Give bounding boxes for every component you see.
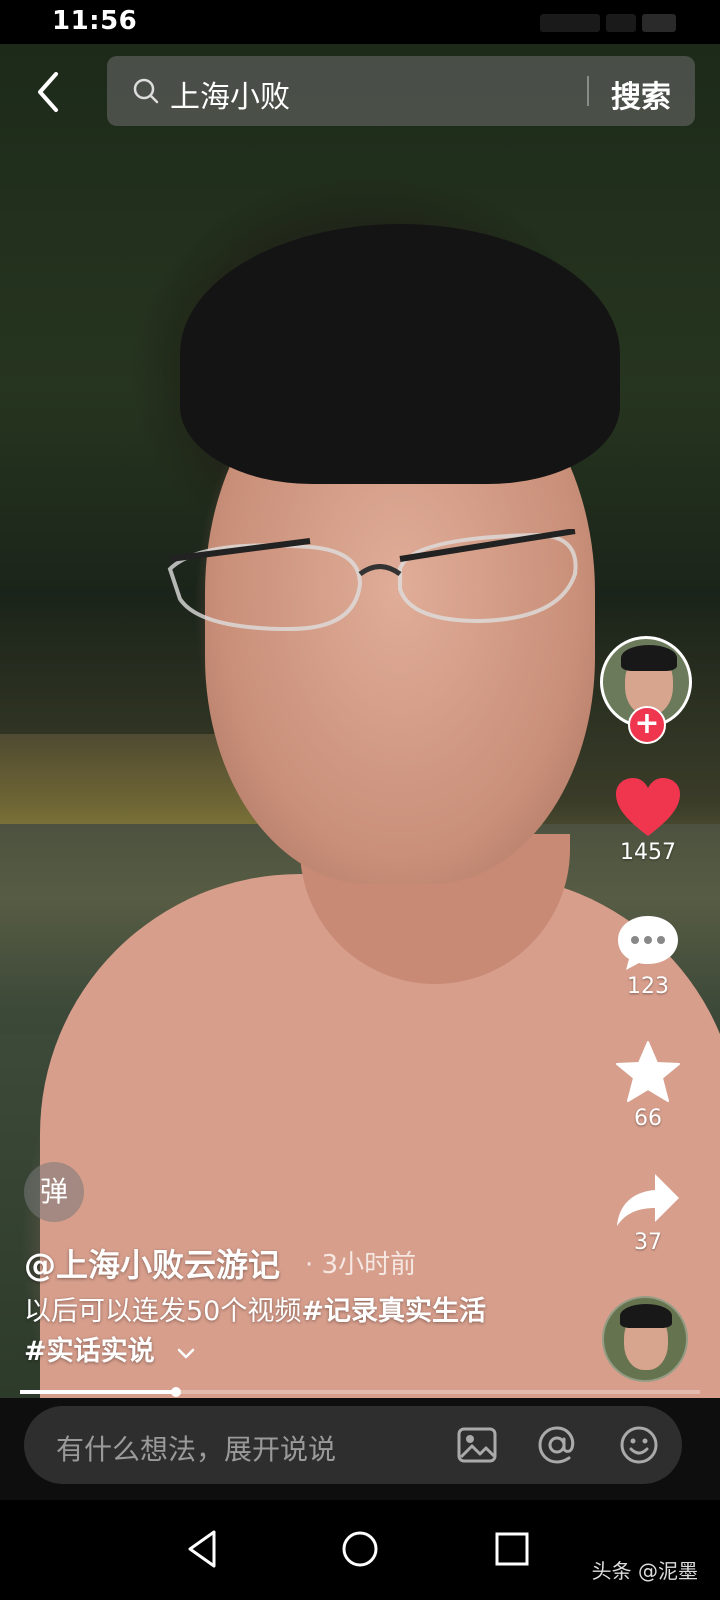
video-progress-bar[interactable] bbox=[20, 1387, 700, 1397]
image-icon[interactable] bbox=[456, 1424, 498, 1466]
share-button[interactable]: 37 bbox=[608, 1172, 688, 1255]
nav-home-icon[interactable] bbox=[337, 1526, 383, 1572]
search-query[interactable]: 上海小败 bbox=[170, 72, 290, 116]
hashtag-1[interactable]: #记录真实生活 bbox=[301, 1296, 486, 1327]
person-hair bbox=[180, 224, 620, 484]
post-caption[interactable]: 以后可以连发50个视频#记录真实生活 #实话实说 bbox=[24, 1292, 584, 1372]
heart-icon bbox=[616, 778, 680, 836]
share-count: 37 bbox=[634, 1230, 662, 1255]
caption-text: 以后可以连发50个视频 bbox=[24, 1296, 302, 1327]
system-nav-bar bbox=[0, 1500, 720, 1600]
favorite-button[interactable]: 66 bbox=[608, 1040, 688, 1131]
favorite-count: 66 bbox=[634, 1106, 662, 1131]
progress-fill bbox=[20, 1390, 177, 1394]
comment-placeholder: 有什么想法，展开说说 bbox=[56, 1433, 337, 1466]
danmu-toggle[interactable]: 弹 bbox=[24, 1162, 84, 1222]
like-count: 1457 bbox=[620, 840, 676, 865]
search-box[interactable]: 上海小败 搜索 bbox=[107, 56, 695, 126]
like-button[interactable]: 1457 bbox=[608, 776, 688, 865]
status-time: 11:56 bbox=[52, 6, 138, 36]
avatar-hair bbox=[621, 645, 677, 671]
follow-button[interactable]: + bbox=[628, 706, 666, 744]
search-button[interactable]: 搜索 bbox=[611, 72, 671, 116]
comment-bar: 有什么想法，展开说说 bbox=[0, 1398, 720, 1500]
comment-input[interactable]: 有什么想法，展开说说 bbox=[24, 1406, 682, 1484]
back-icon bbox=[38, 72, 58, 112]
star-icon bbox=[616, 1041, 680, 1102]
comment-button[interactable]: 123 bbox=[608, 912, 688, 999]
search-icon bbox=[133, 78, 159, 104]
watermark: 头条 @泥墨 bbox=[591, 1559, 698, 1583]
comment-icon bbox=[618, 916, 678, 970]
back-button[interactable] bbox=[28, 70, 72, 114]
nav-recents-icon[interactable] bbox=[489, 1526, 535, 1572]
search-divider bbox=[587, 76, 589, 106]
person-glasses bbox=[167, 529, 578, 632]
nav-back-icon[interactable] bbox=[180, 1526, 226, 1572]
status-icons bbox=[534, 12, 684, 32]
author-disc-avatar[interactable] bbox=[602, 1296, 688, 1382]
at-icon[interactable] bbox=[536, 1424, 578, 1466]
status-bar: 11:56 bbox=[0, 0, 720, 44]
post-time: · 3小时前 bbox=[305, 1250, 417, 1280]
share-icon bbox=[617, 1174, 679, 1226]
hashtag-2[interactable]: #实话实说 bbox=[24, 1336, 155, 1367]
comment-count: 123 bbox=[627, 974, 669, 999]
author-name[interactable]: @上海小败云游记 bbox=[24, 1240, 280, 1286]
chevron-down-icon[interactable] bbox=[175, 1342, 197, 1364]
emoji-icon[interactable] bbox=[618, 1424, 660, 1466]
